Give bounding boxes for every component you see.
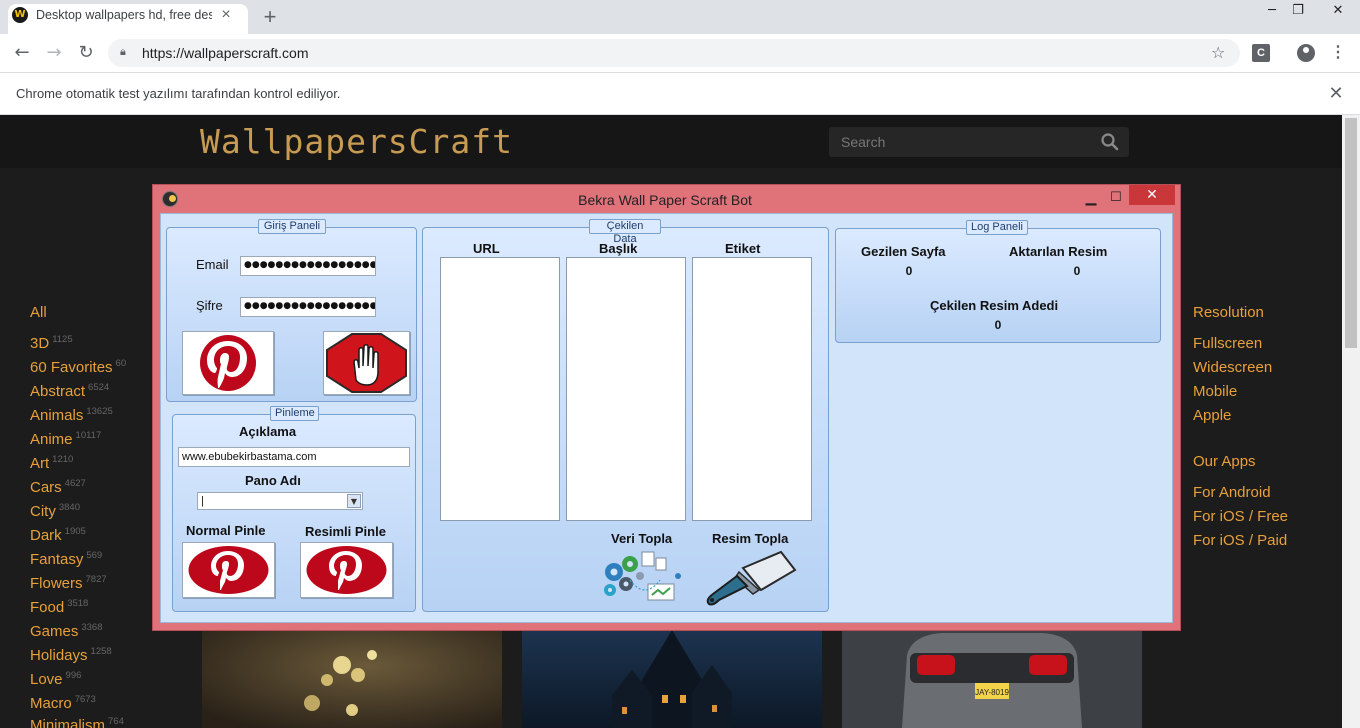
password-label: Şifre — [196, 298, 223, 313]
page-scrollbar-thumb[interactable] — [1345, 118, 1357, 348]
resolution-link[interactable]: Mobile — [1193, 383, 1333, 403]
wallpaper-thumbnail-flowers[interactable] — [202, 625, 502, 728]
back-arrow-icon[interactable]: ← — [9, 40, 35, 66]
resolution-link[interactable]: Widescreen — [1193, 359, 1333, 379]
extension-icon[interactable]: C — [1252, 44, 1270, 62]
resolution-heading: Resolution — [1193, 304, 1264, 321]
collect-images-label: Resim Topla — [712, 531, 789, 546]
bot-maximize-button[interactable]: ☐ — [1106, 188, 1126, 206]
email-label: Email — [196, 257, 229, 272]
category-link[interactable]: Love 996 — [30, 670, 190, 690]
image-pin-button[interactable] — [300, 542, 393, 598]
data-panel-title: Çekilen Data — [589, 219, 661, 245]
normal-pin-label: Normal Pinle — [186, 523, 266, 538]
login-panel-title: Giriş Paneli — [258, 219, 326, 234]
url-listbox[interactable] — [440, 257, 560, 521]
category-link[interactable]: Macro 7673 — [30, 694, 190, 714]
url-column-header: URL — [473, 241, 500, 256]
pulled-images-label: Çekilen Resim Adedi — [930, 298, 1059, 313]
board-label: Pano Adı — [245, 473, 301, 488]
app-icon — [162, 191, 178, 207]
app-link[interactable]: For Android — [1193, 484, 1333, 504]
pinterest-icon — [306, 546, 387, 594]
apps-heading: Our Apps — [1193, 453, 1256, 470]
image-pin-label: Resimli Pinle — [305, 524, 386, 539]
pinterest-icon — [200, 335, 256, 391]
transferred-images-label: Aktarılan Resim — [1009, 244, 1108, 259]
wallpaper-thumbnail-car[interactable]: JAY-8019 — [842, 625, 1142, 728]
pinterest-icon — [188, 546, 269, 594]
app-link[interactable]: For iOS / Free — [1193, 508, 1333, 528]
browser-restore-button[interactable]: ❐ — [1276, 0, 1320, 22]
lock-icon[interactable]: 🔒︎ — [120, 45, 132, 61]
pinterest-login-button[interactable] — [182, 331, 274, 395]
board-select[interactable]: | — [197, 492, 363, 510]
tag-listbox[interactable] — [692, 257, 812, 521]
pages-visited-value: 0 — [905, 264, 913, 278]
forward-arrow-icon[interactable]: → — [41, 40, 67, 66]
password-field[interactable]: ●●●●●●●●●●●●●●●●●●●● — [240, 297, 376, 317]
gears-icon — [604, 551, 681, 601]
log-panel-title: Log Paneli — [966, 220, 1028, 235]
resolution-link[interactable]: Apple — [1193, 407, 1333, 427]
chevron-down-icon[interactable]: ▼ — [347, 494, 361, 508]
collect-images-button[interactable] — [703, 548, 797, 606]
search-icon[interactable] — [1100, 131, 1120, 153]
category-link[interactable]: Minimalism 764 — [30, 716, 190, 728]
tag-column-header: Etiket — [725, 241, 761, 256]
title-listbox[interactable] — [566, 257, 686, 521]
collect-data-label: Veri Topla — [611, 531, 673, 546]
email-field[interactable]: ●●●●●●●●●●●●●●●●●●●● — [240, 256, 376, 276]
bookmark-star-icon[interactable]: ☆ — [1211, 43, 1231, 63]
tab-title: Desktop wallpapers hd, free desk — [36, 8, 212, 22]
stop-hand-icon — [326, 333, 407, 393]
pin-panel-title: Pinleme — [270, 406, 319, 421]
url-text[interactable]: https://wallpaperscraft.com — [142, 45, 542, 61]
category-link[interactable]: Holidays 1258 — [30, 646, 190, 666]
pulled-images-value: 0 — [994, 318, 1002, 332]
normal-pin-button[interactable] — [182, 542, 275, 598]
wallpaper-thumbnail-church[interactable] — [522, 625, 822, 728]
license-plate: JAY-8019 — [975, 688, 1009, 697]
title-column-header: Başlık — [599, 241, 638, 256]
menu-kebab-icon[interactable]: ⋮ — [1329, 42, 1347, 64]
resolution-link[interactable]: Fullscreen — [1193, 335, 1333, 355]
app-link[interactable]: For iOS / Paid — [1193, 532, 1333, 552]
infobar-close-icon[interactable]: ✕ — [1326, 83, 1346, 103]
description-label: Açıklama — [239, 424, 297, 439]
bot-window-title: Bekra Wall Paper Scraft Bot — [578, 192, 752, 208]
browser-close-button[interactable]: ✕ — [1316, 0, 1360, 22]
profile-avatar-icon[interactable] — [1297, 44, 1315, 62]
reload-icon[interactable]: ↻ — [73, 40, 99, 66]
tab-favicon-icon: W — [12, 7, 28, 23]
new-tab-button[interactable]: + — [258, 5, 282, 29]
transferred-images-value: 0 — [1073, 264, 1081, 278]
scraper-icon — [706, 550, 797, 606]
bot-close-button[interactable]: ✕ — [1129, 185, 1175, 205]
tab-close-icon[interactable]: × — [218, 6, 234, 24]
infobar-text: Chrome otomatik test yazılımı tarafından… — [16, 86, 341, 101]
pages-visited-label: Gezilen Sayfa — [861, 244, 946, 259]
site-logo[interactable]: WallpapersCraft — [200, 120, 512, 164]
site-search-placeholder: Search — [841, 134, 886, 150]
description-field[interactable]: www.ebubekirbastama.com — [178, 447, 410, 467]
stop-button[interactable] — [323, 331, 410, 395]
bot-minimize-button[interactable]: ▁ — [1081, 188, 1101, 206]
collect-data-button[interactable] — [600, 550, 690, 602]
